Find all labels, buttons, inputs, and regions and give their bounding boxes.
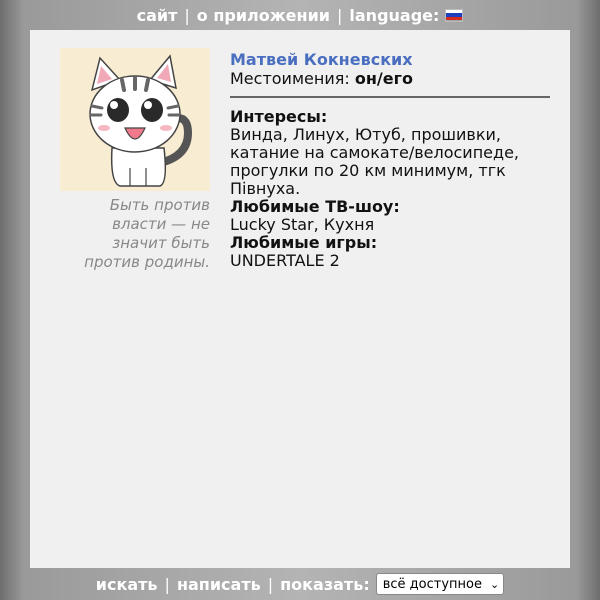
cat-avatar-icon xyxy=(60,48,210,191)
pronouns-label: Местоимения: xyxy=(230,69,350,88)
write-link[interactable]: написать xyxy=(177,575,261,594)
search-link[interactable]: искать xyxy=(96,575,158,594)
avatar xyxy=(60,48,210,191)
separator: | xyxy=(184,5,190,25)
divider xyxy=(230,96,550,98)
profile-name[interactable]: Матвей Кокневских xyxy=(230,50,550,69)
games-text: UNDERTALE 2 xyxy=(230,251,340,270)
separator: | xyxy=(337,5,343,25)
site-link[interactable]: сайт xyxy=(137,6,178,25)
russian-flag-icon[interactable] xyxy=(445,8,464,22)
show-select[interactable]: всё доступное ⌄ xyxy=(375,573,505,595)
pronouns: Местоимения: он/его xyxy=(230,69,550,88)
about-link[interactable]: о приложении xyxy=(197,6,330,25)
separator: | xyxy=(164,574,170,594)
bottom-navigation: искать | написать | показать: всё доступ… xyxy=(0,568,600,600)
profile-quote: Быть против власти — не значит быть прот… xyxy=(84,196,210,271)
tv-shows-text: Lucky Star, Кухня xyxy=(230,215,375,234)
separator: | xyxy=(267,574,274,594)
top-navigation: сайт | о приложении | language: xyxy=(0,0,600,30)
interests-text: Винда, Линух, Ютуб, прошивки, катание на… xyxy=(230,125,519,198)
show-label: показать: xyxy=(280,574,370,594)
chevron-down-icon: ⌄ xyxy=(489,577,500,591)
interests-heading: Интересы: xyxy=(230,107,328,126)
profile-panel: Быть против власти — не значит быть прот… xyxy=(30,30,570,568)
show-select-value: всё доступное xyxy=(382,576,482,592)
tv-shows-heading: Любимые ТВ-шоу: xyxy=(230,197,400,216)
games-heading: Любимые игры: xyxy=(230,233,378,252)
pronouns-value: он/его xyxy=(354,69,413,88)
language-link[interactable]: language: xyxy=(349,6,439,25)
profile-info: Матвей Кокневских Местоимения: он/его Ин… xyxy=(230,50,550,270)
